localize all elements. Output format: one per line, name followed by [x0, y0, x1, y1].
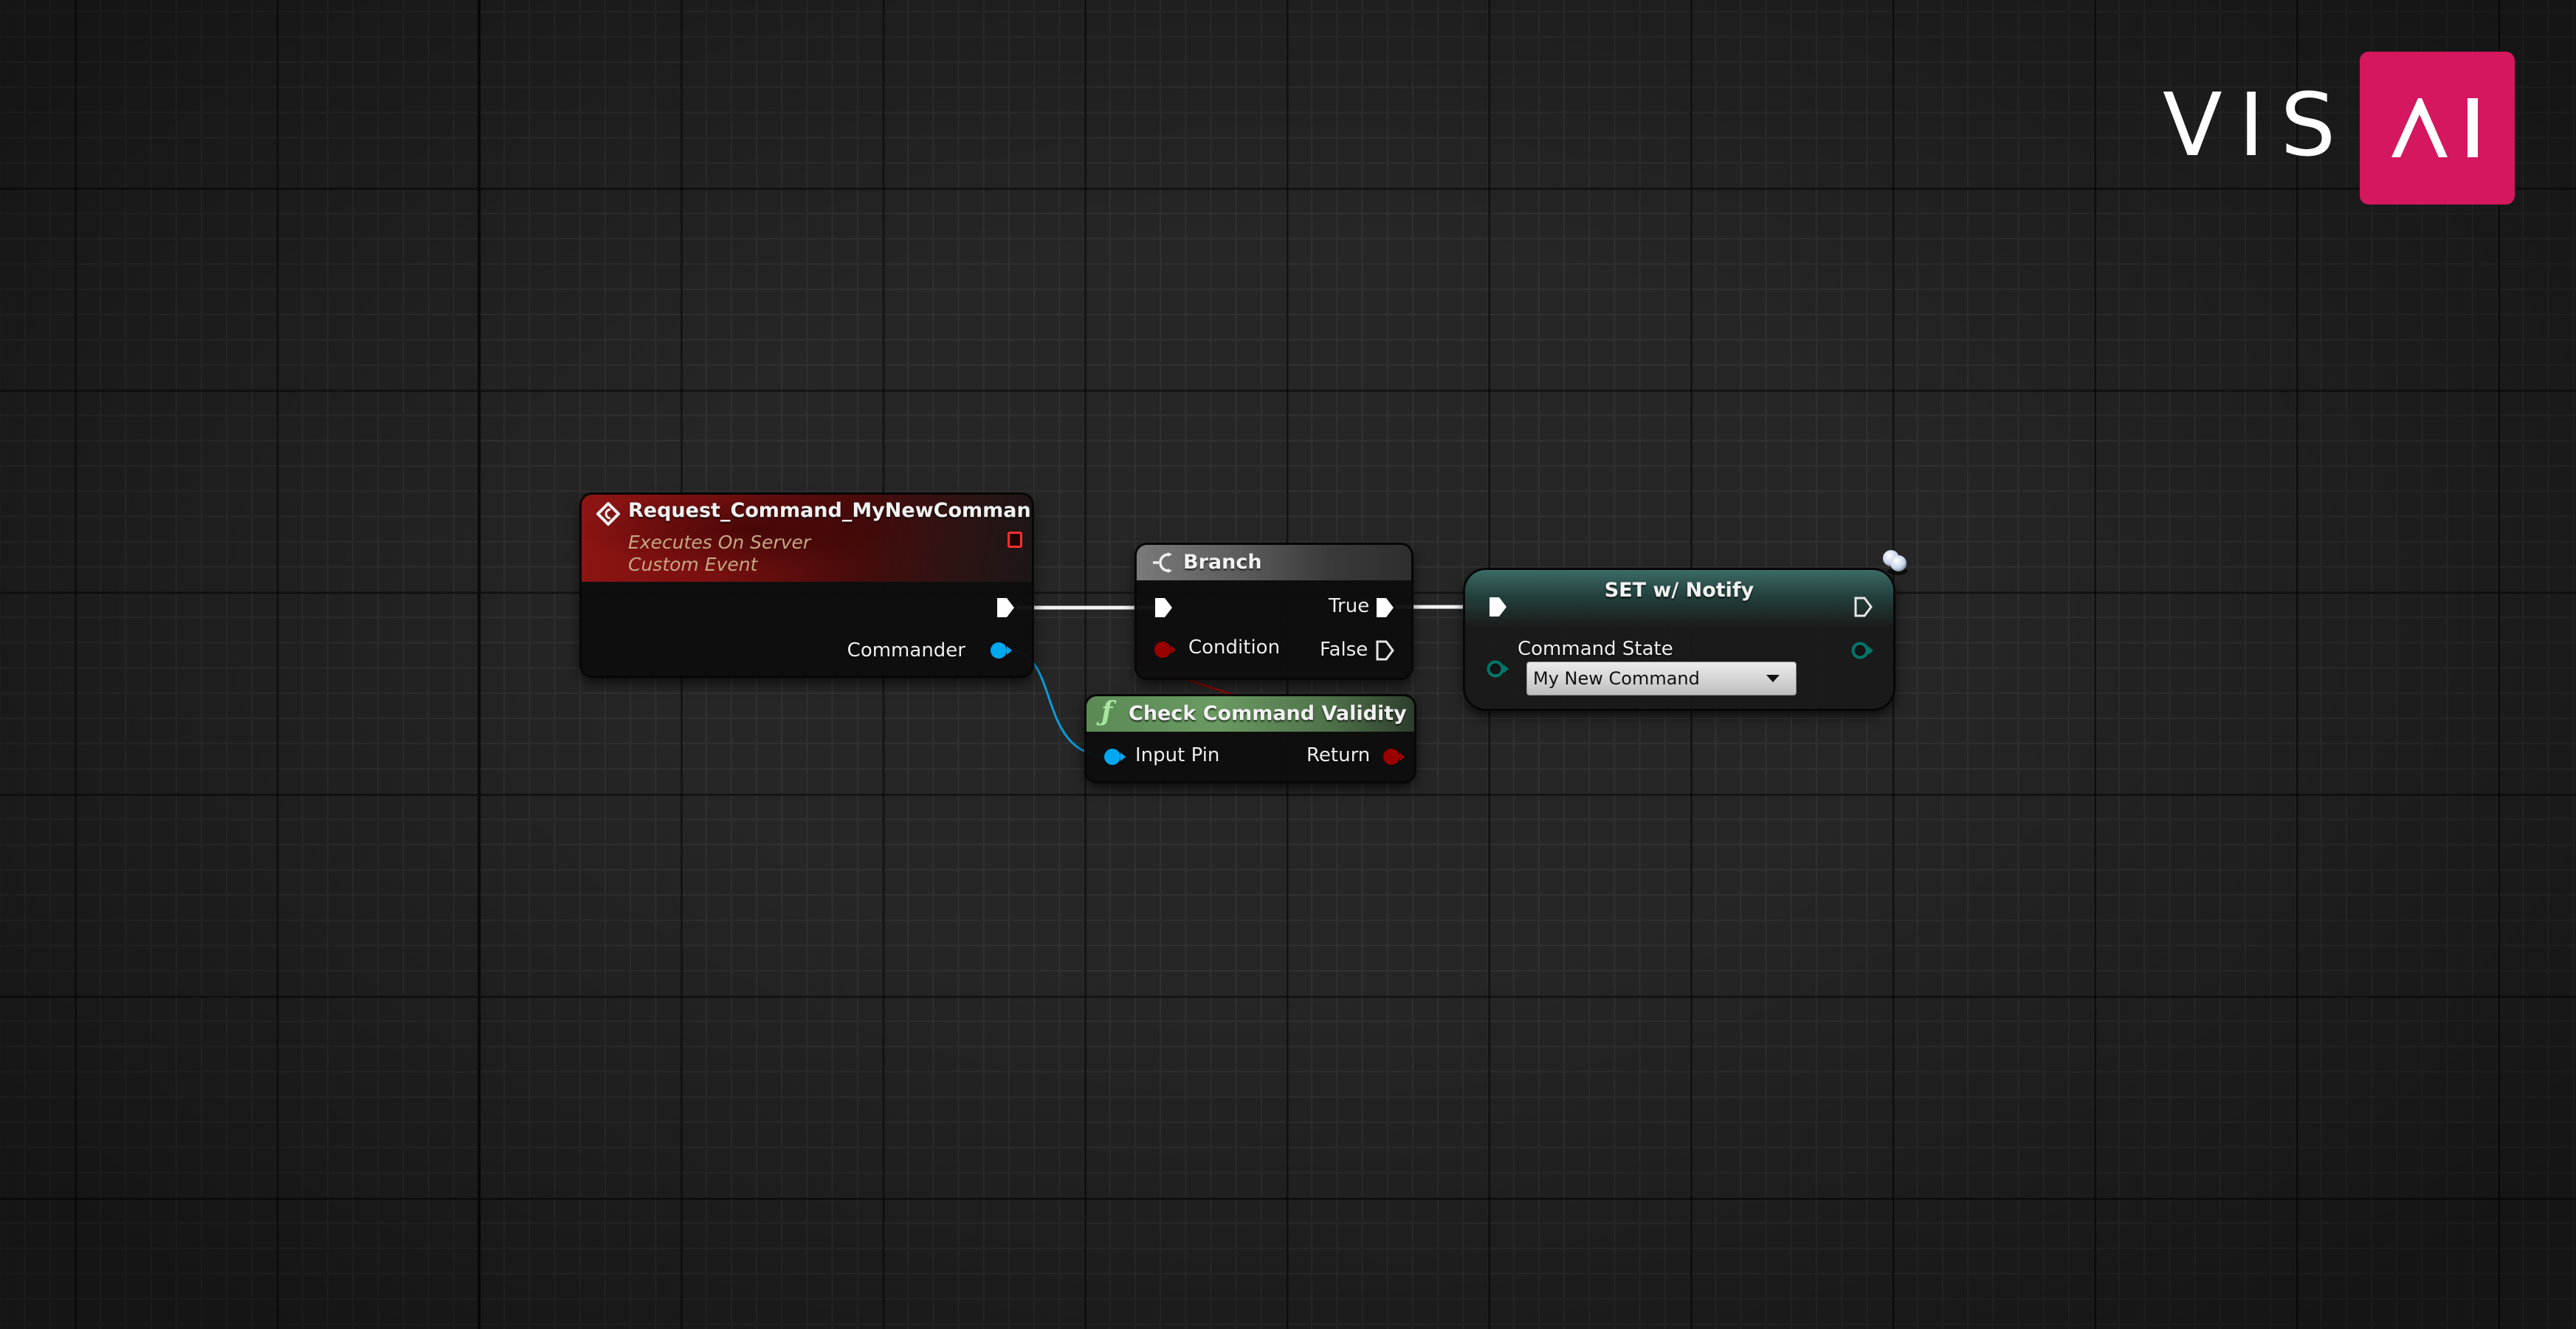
logo-text-vis: VIS [2163, 74, 2352, 176]
replication-icon [1883, 550, 1908, 575]
set-w-notify-node[interactable]: SET w/ Notify Command State My New Comma… [1465, 570, 1893, 709]
branch-node[interactable]: Branch True Condition False [1137, 545, 1411, 678]
vis-ai-logo: VIS AI [2163, 52, 2517, 207]
commander-pin-label: Commander [847, 639, 965, 662]
command-state-input-pin[interactable] [1486, 659, 1511, 679]
command-state-label: Command State [1518, 638, 1673, 660]
check-command-validity-node[interactable]: ƒ Check Command Validity Input Pin Retur… [1086, 696, 1414, 781]
condition-input-pin[interactable] [1153, 640, 1178, 659]
chevron-down-icon [1766, 675, 1780, 682]
condition-pin-label: Condition [1188, 636, 1281, 659]
function-node-header[interactable]: ƒ Check Command Validity [1086, 696, 1414, 732]
branch-icon [1153, 552, 1172, 573]
branch-node-title: Branch [1183, 551, 1262, 574]
delegate-output-pin[interactable] [1008, 532, 1022, 548]
input-pin-label: Input Pin [1135, 744, 1220, 766]
function-node-title: Check Command Validity [1129, 702, 1407, 725]
set-exec-output-pin[interactable] [1853, 596, 1873, 618]
branch-exec-input-pin[interactable] [1153, 597, 1174, 619]
dropdown-selected-value: My New Command [1533, 668, 1700, 689]
set-node-header[interactable]: SET w/ Notify [1465, 570, 1893, 628]
logo-ai-box: AI [2360, 52, 2515, 205]
return-pin-label: Return [1306, 744, 1371, 766]
event-node-header[interactable]: Request_Command_MyNewCommand Executes On… [582, 495, 1032, 582]
return-output-pin[interactable] [1382, 747, 1407, 766]
false-exec-output-pin[interactable] [1374, 639, 1395, 662]
event-exec-output-pin[interactable] [995, 597, 1016, 619]
event-node-title: Request_Command_MyNewCommand [628, 499, 1032, 522]
commander-output-pin[interactable] [989, 641, 1014, 660]
logo-ai-glyph: AI [2391, 98, 2478, 157]
branch-node-header[interactable]: Branch [1137, 545, 1411, 580]
command-state-output-pin[interactable] [1850, 641, 1876, 660]
false-pin-label: False [1320, 639, 1368, 661]
set-exec-input-pin[interactable] [1487, 596, 1508, 618]
event-diamond-icon [596, 502, 620, 526]
true-exec-output-pin[interactable] [1374, 597, 1395, 619]
command-state-dropdown[interactable]: My New Command [1527, 662, 1796, 695]
true-pin-label: True [1329, 595, 1370, 617]
function-icon: ƒ [1101, 696, 1113, 727]
input-pin[interactable] [1103, 747, 1128, 766]
event-node-subtitle-replication: Executes On Server [628, 532, 811, 553]
custom-event-node[interactable]: Request_Command_MyNewCommand Executes On… [582, 495, 1032, 676]
event-node-subtitle-type: Custom Event [628, 554, 758, 575]
set-node-title: SET w/ Notify [1604, 579, 1754, 602]
